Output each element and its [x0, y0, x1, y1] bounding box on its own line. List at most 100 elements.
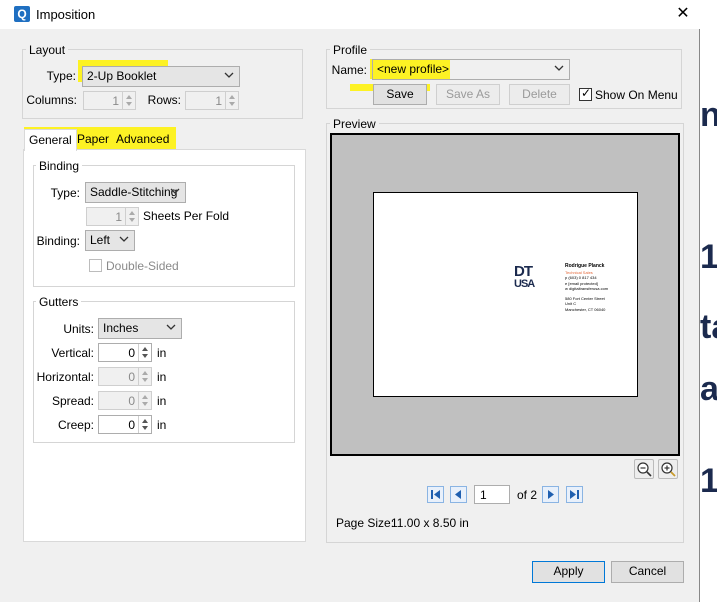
horizontal-stepper[interactable]: 0 [98, 367, 152, 386]
binding-side-label: Binding: [36, 234, 80, 248]
chevron-down-icon [224, 72, 234, 78]
close-icon[interactable]: ✕ [672, 3, 694, 25]
spread-stepper[interactable]: 0 [98, 391, 152, 410]
card-details: Rodrigue Planck Technical Sales p (603) … [565, 263, 635, 312]
chevron-down-icon [166, 324, 176, 330]
chevron-down-icon [170, 188, 180, 194]
card-logo-bottom: USA [514, 278, 535, 290]
app-icon: Q [14, 6, 30, 22]
background-text: ta [700, 308, 717, 346]
page-size-label: Page Size: [336, 516, 395, 530]
first-page-button[interactable] [427, 486, 444, 503]
zoom-in-button[interactable] [658, 459, 678, 479]
layout-group-label: Layout [26, 43, 69, 57]
next-page-button[interactable] [542, 486, 559, 503]
save-button[interactable]: Save [373, 84, 427, 105]
binding-type-value: Saddle-Stitching [90, 185, 178, 199]
title-bar: Q Imposition ✕ [0, 0, 700, 29]
background-text: ne [700, 96, 717, 134]
check-icon: ✓ [581, 86, 592, 100]
background-text: 1 [700, 238, 717, 276]
page-size-value: 11.00 x 8.50 in [391, 516, 469, 530]
page-number-value: 1 [480, 488, 487, 502]
background-text: a. [700, 370, 717, 408]
page-count-label: of 2 [517, 488, 538, 502]
binding-type-label: Type: [50, 186, 80, 200]
tab-advanced[interactable]: Advanced [112, 129, 173, 150]
horizontal-stepper-arrows[interactable] [138, 368, 151, 385]
binding-side-select[interactable]: Left [85, 230, 135, 251]
window-title: Imposition [36, 7, 96, 22]
apply-button[interactable]: Apply [532, 561, 605, 583]
horizontal-label: Horizontal: [36, 370, 94, 384]
binding-group-label: Binding [36, 159, 83, 173]
previous-page-button[interactable] [450, 486, 467, 503]
chevron-down-icon [554, 65, 564, 71]
rows-stepper-arrows[interactable] [225, 92, 238, 109]
profile-name-select[interactable]: <new profile> [372, 59, 570, 80]
double-sided-checkbox[interactable] [89, 259, 102, 272]
columns-stepper[interactable]: 1 [83, 91, 136, 110]
vertical-value: 0 [128, 346, 135, 360]
creep-stepper[interactable]: 0 [98, 415, 152, 434]
rows-value: 1 [215, 94, 222, 108]
save-as-button[interactable]: Save As [436, 84, 500, 105]
layout-type-value: 2-Up Booklet [87, 69, 157, 83]
cancel-button[interactable]: Cancel [611, 561, 684, 583]
columns-label: Columns: [26, 93, 77, 107]
card-line: Manchester, CT 06040 [565, 306, 606, 312]
last-page-icon [570, 490, 579, 499]
profile-name-label: Name: [331, 63, 367, 77]
tab-paper[interactable]: Paper [73, 129, 113, 150]
previous-page-icon [455, 490, 461, 499]
creep-label: Creep: [57, 418, 94, 432]
delete-button[interactable]: Delete [509, 84, 570, 105]
columns-value: 1 [112, 94, 119, 108]
vertical-stepper-arrows[interactable] [138, 344, 151, 361]
last-page-button[interactable] [566, 486, 583, 503]
double-sided-label: Double-Sided [106, 259, 179, 273]
tab-general[interactable]: General [24, 129, 77, 151]
creep-stepper-arrows[interactable] [138, 416, 151, 433]
spread-stepper-arrows[interactable] [138, 392, 151, 409]
card-logo-top: DT [514, 263, 533, 280]
layout-type-select[interactable]: 2-Up Booklet [82, 66, 240, 87]
horizontal-value: 0 [128, 370, 135, 384]
profile-name-value: <new profile> [377, 62, 450, 76]
next-page-icon [548, 490, 554, 499]
preview-group-label: Preview [330, 117, 379, 131]
units-label: Units: [63, 322, 94, 336]
binding-type-select[interactable]: Saddle-Stitching [85, 182, 186, 203]
rows-label: Rows: [147, 93, 181, 107]
layout-type-label: Type: [46, 69, 76, 83]
creep-unit: in [157, 418, 167, 432]
sheets-per-fold-stepper[interactable]: 1 [86, 207, 139, 226]
columns-stepper-arrows[interactable] [122, 92, 135, 109]
sheets-per-fold-label: Sheets Per Fold [143, 209, 230, 223]
sheets-stepper-arrows[interactable] [125, 208, 138, 225]
preview-canvas: DT USA Rodrigue Planck Technical Sales p… [330, 133, 680, 456]
show-on-menu-label: Show On Menu [595, 88, 678, 102]
imposition-dialog: Q Imposition ✕ Layout Type: 2-Up Booklet… [0, 0, 700, 602]
spread-unit: in [157, 394, 167, 408]
background-app-edge: ne 1 ta a. 1 [700, 0, 717, 602]
vertical-stepper[interactable]: 0 [98, 343, 152, 362]
preview-page: DT USA Rodrigue Planck Technical Sales p… [373, 192, 638, 397]
rows-stepper[interactable]: 1 [185, 91, 239, 110]
spread-value: 0 [128, 394, 135, 408]
page-number-input[interactable]: 1 [474, 485, 510, 504]
units-select[interactable]: Inches [98, 318, 182, 339]
show-on-menu-checkbox[interactable]: ✓ [579, 86, 592, 101]
background-text: 1 [700, 462, 717, 500]
zoom-out-button[interactable] [634, 459, 654, 479]
units-value: Inches [103, 321, 139, 335]
vertical-label: Vertical: [51, 346, 94, 360]
gutters-group-label: Gutters [36, 295, 82, 309]
first-page-icon [431, 490, 440, 499]
horizontal-unit: in [157, 370, 167, 384]
zoom-out-icon [637, 462, 652, 477]
binding-side-value: Left [90, 233, 111, 247]
zoom-in-icon [661, 462, 676, 477]
sheets-per-fold-value: 1 [115, 210, 122, 224]
profile-group-label: Profile [330, 43, 371, 57]
